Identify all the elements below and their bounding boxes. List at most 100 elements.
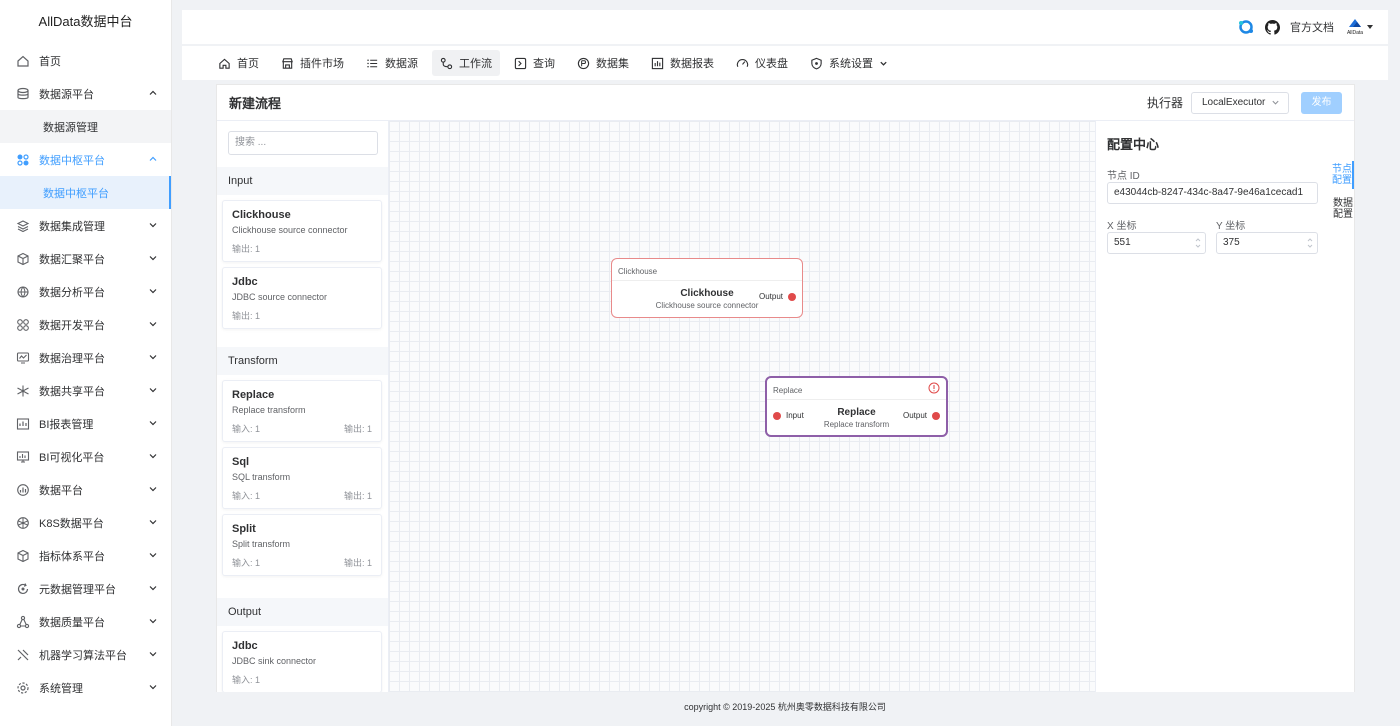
palette-search-input[interactable]: 搜索 ...: [228, 131, 378, 155]
sidebar-item-label: 首页: [39, 55, 61, 68]
menu-home[interactable]: 首页: [210, 50, 267, 76]
report-icon: [651, 57, 664, 69]
sidebar-item-data-integration[interactable]: 数据集成管理: [0, 209, 171, 242]
menu-dashboard[interactable]: 仪表盘: [728, 50, 796, 76]
monitor-icon: [16, 450, 30, 464]
sidebar-item-data-quality[interactable]: 数据质量平台: [0, 605, 171, 638]
y-coord-input[interactable]: 375: [1216, 232, 1318, 254]
menu-label: 仪表盘: [755, 58, 788, 70]
sidebar-item-data-sharing[interactable]: 数据共享平台: [0, 374, 171, 407]
sidebar-item-home[interactable]: 首页: [0, 44, 171, 77]
bar-circle-icon: [16, 483, 30, 497]
menu-system-settings[interactable]: 系统设置: [802, 50, 896, 76]
x-coord-input[interactable]: 551: [1107, 232, 1206, 254]
settings-icon: [16, 681, 30, 695]
sidebar-item-label: 机器学习算法平台: [39, 649, 127, 662]
tab-node-config[interactable]: 节点配置: [1332, 161, 1354, 189]
sidebar-subitem-datasource-manage[interactable]: 数据源管理: [0, 110, 171, 143]
sidebar-item-bi-visual[interactable]: BI可视化平台: [0, 440, 171, 473]
hub-icon: [16, 153, 30, 167]
menu-workflow[interactable]: 工作流: [432, 50, 500, 76]
node-input-count: 输入: 1: [232, 675, 261, 685]
sidebar-item-label: BI可视化平台: [39, 451, 105, 464]
sidebar-item-metadata[interactable]: 元数据管理平台: [0, 572, 171, 605]
palette-node-card[interactable]: Sql SQL transform 输入: 1 输出: 1: [222, 447, 382, 509]
palette-node-card[interactable]: Replace Replace transform 输入: 1 输出: 1: [222, 380, 382, 442]
executor-select[interactable]: LocalExecutor: [1191, 91, 1289, 114]
globe-icon: [16, 285, 30, 299]
chevron-down-icon: [149, 454, 157, 459]
stepper-icon[interactable]: [1195, 236, 1201, 250]
sidebar-item-data-aggregation[interactable]: 数据汇聚平台: [0, 242, 171, 275]
sidebar-item-data-dev[interactable]: 数据开发平台: [0, 308, 171, 341]
palette-group-output: Output: [217, 598, 388, 626]
sidebar-item-datasource-platform[interactable]: 数据源平台: [0, 77, 171, 110]
sidebar-item-data-governance[interactable]: 数据治理平台: [0, 341, 171, 374]
palette-node-card[interactable]: Jdbc JDBC source connector 输出: 1: [222, 267, 382, 329]
sidebar-item-data-hub[interactable]: 数据中枢平台: [0, 143, 171, 176]
port-dot[interactable]: [932, 411, 940, 420]
workflow-icon: [440, 57, 453, 69]
network-icon: [16, 384, 30, 398]
sidebar-item-label: 数据中枢平台: [39, 154, 105, 167]
theme-icon[interactable]: [1237, 18, 1255, 36]
sidebar-subitem-data-hub[interactable]: 数据中枢平台: [0, 176, 171, 209]
node-input-count: 输入: 1: [232, 558, 261, 568]
sidebar-item-k8s-platform[interactable]: K8S数据平台: [0, 506, 171, 539]
palette-node-card[interactable]: Clickhouse Clickhouse source connector 输…: [222, 200, 382, 262]
github-icon[interactable]: [1265, 19, 1280, 35]
top-header: 官方文档 AllData: [182, 10, 1388, 44]
sidebar-item-data-analysis[interactable]: 数据分析平台: [0, 275, 171, 308]
sidebar-item-ml[interactable]: 机器学习算法平台: [0, 638, 171, 671]
port-dot[interactable]: [788, 292, 796, 301]
input-port[interactable]: Input: [773, 411, 804, 420]
docs-link[interactable]: 官方文档: [1290, 19, 1334, 35]
menu-dataset[interactable]: 数据集: [569, 50, 637, 76]
user-menu[interactable]: AllData: [1344, 17, 1374, 37]
menu-label: 数据报表: [670, 58, 714, 70]
flow-canvas[interactable]: Clickhouse Clickhouse Clickhouse source …: [389, 121, 1095, 692]
node-name: Split: [232, 523, 256, 535]
node-desc: Split transform: [232, 539, 291, 549]
y-coord-label: Y 坐标: [1216, 221, 1246, 232]
sidebar: AllData数据中台 首页 数据源平台 数据源管理 数据中枢平台 数据中枢平台…: [0, 0, 172, 726]
sidebar-item-bi-report[interactable]: BI报表管理: [0, 407, 171, 440]
menu-label: 数据源: [385, 58, 418, 70]
palette-node-card[interactable]: Split Split transform 输入: 1 输出: 1: [222, 514, 382, 576]
publish-button[interactable]: 发布: [1301, 91, 1342, 114]
menu-plugin-market[interactable]: 插件市场: [273, 50, 352, 76]
chevron-down-icon: [149, 289, 157, 294]
grid-circles-icon: [16, 318, 30, 332]
report-icon: [16, 417, 30, 431]
canvas-node-clickhouse[interactable]: Clickhouse Clickhouse Clickhouse source …: [611, 258, 803, 318]
chevron-up-icon: [149, 156, 157, 161]
layers-icon: [16, 219, 30, 233]
node-output-count: 输出: 1: [232, 311, 261, 321]
port-label: Input: [786, 411, 804, 420]
node-output-count: 输出: 1: [343, 558, 372, 568]
config-panel: 配置中心 节点 ID e43044cb-8247-434c-8a47-9e46a…: [1095, 121, 1354, 692]
sidebar-item-metrics[interactable]: 指标体系平台: [0, 539, 171, 572]
node-id-input[interactable]: e43044cb-8247-434c-8a47-9e46a1cecad1: [1107, 182, 1318, 204]
chevron-down-icon: [149, 619, 157, 624]
menu-datasource[interactable]: 数据源: [358, 50, 426, 76]
node-output-count: 输出: 1: [343, 424, 372, 434]
node-desc: Clickhouse source connector: [655, 301, 759, 310]
sidebar-item-system[interactable]: 系统管理: [0, 671, 171, 704]
sidebar-item-data-platform[interactable]: 数据平台: [0, 473, 171, 506]
chevron-down-icon: [880, 61, 887, 66]
menu-report[interactable]: 数据报表: [643, 50, 722, 76]
x-coord-value: 551: [1114, 237, 1131, 248]
sidebar-item-label: 数据共享平台: [39, 385, 105, 398]
node-output-count: 输出: 1: [232, 244, 261, 254]
menu-label: 系统设置: [829, 58, 873, 70]
palette-node-card[interactable]: Jdbc JDBC sink connector 输入: 1: [222, 631, 382, 692]
sidebar-item-label: 数据分析平台: [39, 286, 105, 299]
output-port[interactable]: Output: [759, 292, 796, 301]
stepper-icon[interactable]: [1307, 236, 1313, 250]
canvas-node-replace[interactable]: Replace Input Replace Replace transform …: [765, 376, 948, 437]
output-port[interactable]: Output: [903, 411, 940, 420]
port-dot[interactable]: [773, 411, 781, 420]
menu-query[interactable]: 查询: [506, 50, 563, 76]
tab-data-config[interactable]: 数据配置: [1332, 195, 1354, 223]
